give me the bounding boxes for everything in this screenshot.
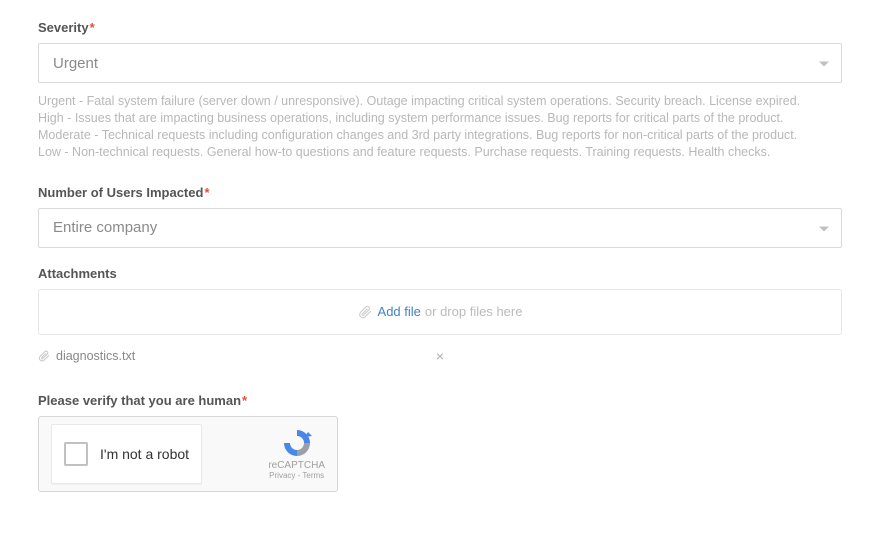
users-impacted-select-value: Entire company: [53, 219, 157, 236]
recaptcha-terms-link[interactable]: Privacy - Terms: [268, 471, 325, 480]
chevron-down-icon: [819, 55, 829, 72]
recaptcha-logo-icon: [281, 428, 313, 458]
users-impacted-label-text: Number of Users Impacted: [38, 185, 203, 200]
severity-help-moderate: Moderate - Technical requests including …: [38, 127, 842, 144]
users-impacted-select[interactable]: Entire company: [38, 208, 842, 248]
remove-file-button[interactable]: ×: [436, 348, 444, 364]
severity-help-low: Low - Non-technical requests. General ho…: [38, 144, 842, 161]
paperclip-icon: [358, 305, 372, 319]
attached-file-name: diagnostics.txt: [56, 349, 135, 363]
recaptcha-checkbox[interactable]: [64, 442, 88, 466]
captcha-label-text: Please verify that you are human: [38, 393, 241, 408]
severity-help-high: High - Issues that are impacting busines…: [38, 110, 842, 127]
attachments-label: Attachments: [38, 266, 842, 281]
paperclip-icon: [38, 350, 50, 362]
chevron-down-icon: [819, 219, 829, 236]
recaptcha-brand-text: reCAPTCHA: [268, 460, 325, 471]
attachments-dropzone[interactable]: Add file or drop files here: [38, 289, 842, 335]
users-impacted-label: Number of Users Impacted*: [38, 185, 842, 200]
users-impacted-field: Number of Users Impacted* Entire company: [38, 185, 842, 248]
severity-help-text: Urgent - Fatal system failure (server do…: [38, 93, 842, 161]
severity-label: Severity*: [38, 20, 842, 35]
drop-hint-text: or drop files here: [425, 304, 523, 319]
severity-label-text: Severity: [38, 20, 89, 35]
recaptcha-badge: reCAPTCHA Privacy - Terms: [268, 428, 325, 480]
required-asterisk: *: [90, 20, 95, 35]
captcha-label: Please verify that you are human*: [38, 393, 842, 408]
severity-help-urgent: Urgent - Fatal system failure (server do…: [38, 93, 842, 110]
attached-file-row: diagnostics.txt ×: [38, 349, 842, 363]
recaptcha-widget: I'm not a robot reCAPTCHA Privacy - Term…: [38, 416, 338, 492]
required-asterisk: *: [204, 185, 209, 200]
required-asterisk: *: [242, 393, 247, 408]
severity-select[interactable]: Urgent: [38, 43, 842, 83]
add-file-link[interactable]: Add file: [378, 304, 421, 319]
attachments-field: Attachments Add file or drop files here …: [38, 266, 842, 363]
severity-select-value: Urgent: [53, 55, 98, 72]
severity-field: Severity* Urgent Urgent - Fatal system f…: [38, 20, 842, 161]
recaptcha-checkbox-label: I'm not a robot: [100, 446, 189, 462]
captcha-field: Please verify that you are human* I'm no…: [38, 393, 842, 492]
recaptcha-inner: I'm not a robot: [51, 424, 202, 484]
